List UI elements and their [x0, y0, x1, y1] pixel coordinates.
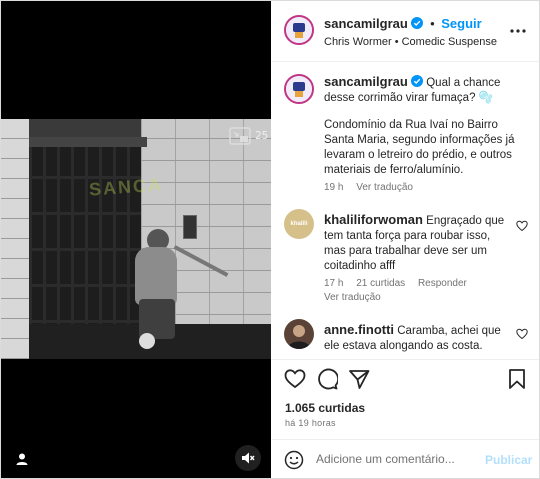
comment-username[interactable]: anne.finotti [324, 322, 394, 337]
comment-likes[interactable]: 21 curtidas [356, 278, 405, 289]
caption-time[interactable]: 19 h [324, 182, 343, 193]
mute-button[interactable] [235, 445, 261, 471]
audio-subtitle[interactable]: Chris Wormer • Comedic Suspense [324, 36, 497, 48]
author-avatar[interactable] [284, 15, 314, 45]
post-actions [272, 359, 539, 398]
comment-input[interactable] [316, 449, 476, 469]
save-icon[interactable] [506, 368, 528, 390]
post-side-panel: sancamilgrau • Seguir Chris Wormer • Com… [272, 1, 539, 478]
plastic-bag [139, 333, 155, 349]
comment-username[interactable]: khaliliforwoman [324, 212, 423, 227]
share-icon[interactable] [348, 368, 370, 390]
emoji-icon[interactable] [284, 450, 304, 470]
comment-translate[interactable]: Ver tradução [324, 292, 381, 303]
likes-count[interactable]: 1.065 curtidas [285, 401, 365, 415]
mute-icon [242, 452, 255, 464]
publish-button[interactable]: Publicar [485, 453, 532, 467]
add-comment-bar: Publicar [272, 439, 539, 479]
post-time[interactable]: há 19 horas [285, 418, 336, 428]
comment-icon[interactable] [316, 368, 338, 390]
gate-beam [29, 137, 147, 147]
caption-username[interactable]: sancamilgrau [324, 74, 408, 89]
camera-timestamp: 25 [255, 129, 269, 142]
left-wall [1, 119, 29, 359]
post-media[interactable]: SANCA 25 [1, 1, 271, 478]
like-comment-icon[interactable] [516, 328, 528, 340]
comments-scroll-area[interactable]: sancamilgrau Qual a chance desse corrimã… [272, 62, 539, 357]
caption-body: Condomínio da Rua Ivaí no Bairro Santa M… [324, 119, 515, 176]
person-figure [121, 229, 187, 339]
author-username[interactable]: sancamilgrau [324, 16, 408, 31]
comment-meta: 17 h 21 curtidas Responder [324, 278, 477, 289]
comment-avatar[interactable] [284, 319, 314, 349]
verified-badge-icon [411, 75, 424, 87]
avatar-text: khalili [290, 221, 308, 227]
caption-meta: 19 h Ver tradução [324, 182, 423, 193]
like-comment-icon[interactable] [516, 220, 528, 232]
user-tag-icon[interactable] [15, 452, 29, 466]
caption-avatar[interactable] [284, 74, 314, 104]
more-options-icon[interactable] [508, 21, 528, 41]
post-container: SANCA 25 sancamilgrau • Seguir Chris Wor… [0, 0, 540, 479]
picture-in-picture-icon[interactable] [229, 127, 251, 145]
verified-badge-icon [411, 17, 424, 29]
comment-avatar[interactable]: khalili [284, 209, 314, 239]
follow-button[interactable]: Seguir [441, 16, 481, 31]
video-frame[interactable]: SANCA 25 [1, 119, 271, 359]
comment-text: khaliliforwoman Engraçado que tem tanta … [324, 212, 509, 274]
separator-dot: • [430, 16, 435, 31]
header-user-row: sancamilgrau • Seguir [324, 16, 482, 31]
post-header: sancamilgrau • Seguir Chris Wormer • Com… [272, 1, 539, 62]
reply-button[interactable]: Responder [418, 278, 467, 289]
caption-translate[interactable]: Ver tradução [356, 182, 413, 193]
like-icon[interactable] [284, 368, 306, 390]
caption-text: sancamilgrau Qual a chance desse corrimã… [324, 74, 529, 106]
comment-text: anne.finotti Caramba, achei que ele esta… [324, 322, 509, 354]
comment-time[interactable]: 17 h [324, 278, 343, 289]
